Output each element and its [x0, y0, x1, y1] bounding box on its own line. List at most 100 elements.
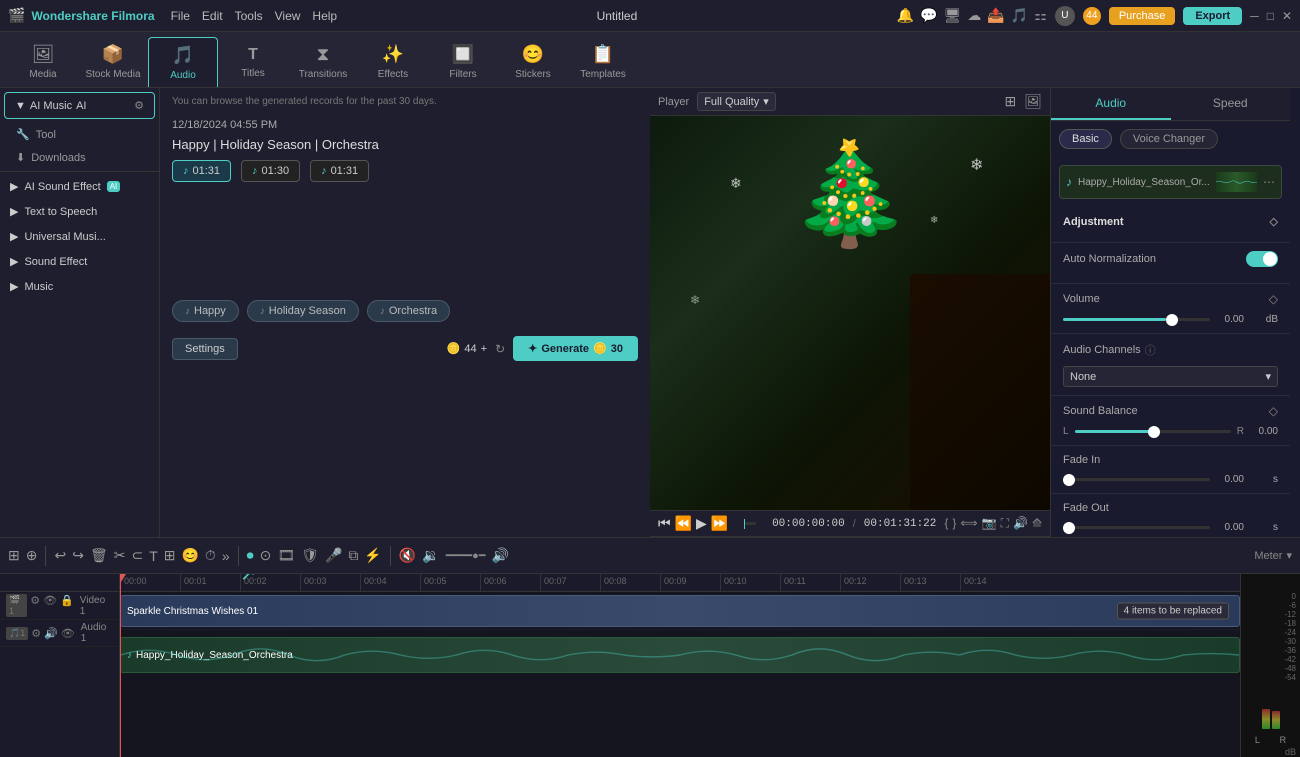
- notification-icon[interactable]: 🔔: [897, 7, 914, 24]
- menu-file[interactable]: File: [171, 9, 190, 23]
- fade-in-slider[interactable]: [1063, 478, 1210, 481]
- tab-filters[interactable]: 🔲 Filters: [428, 37, 498, 87]
- clock-icon[interactable]: ⏱: [205, 547, 216, 564]
- play-button[interactable]: ▶: [696, 515, 707, 532]
- more-icon[interactable]: »: [222, 548, 230, 564]
- subtab-voice-changer[interactable]: Voice Changer: [1120, 129, 1218, 149]
- copy-icon[interactable]: ⊂: [131, 547, 143, 564]
- tab-stickers[interactable]: 😊 Stickers: [498, 37, 568, 87]
- subtab-basic[interactable]: Basic: [1059, 129, 1112, 149]
- layout-icon[interactable]: ⊞: [1004, 93, 1016, 110]
- tab-stock-media[interactable]: 📦 Stock Media: [78, 37, 148, 87]
- insert-icon[interactable]: ⊞: [164, 547, 176, 564]
- fade-out-slider[interactable]: [1063, 526, 1210, 529]
- generate-button[interactable]: ✦ Generate 🪙 30: [513, 336, 638, 361]
- minimize-icon[interactable]: ─: [1250, 9, 1259, 23]
- prev-frame-button[interactable]: ⏮: [658, 515, 671, 532]
- adjustment-expand-icon[interactable]: ◇: [1270, 215, 1278, 228]
- tab-speed-props[interactable]: Speed: [1171, 88, 1291, 120]
- auto-norm-toggle[interactable]: [1246, 251, 1278, 267]
- chat-icon[interactable]: 💬: [920, 7, 937, 24]
- shield-icon[interactable]: 🛡: [301, 547, 319, 564]
- volume-expand-icon[interactable]: ◇: [1269, 292, 1278, 306]
- channels-select[interactable]: None ▾: [1063, 366, 1278, 387]
- delete-icon[interactable]: 🗑: [90, 547, 108, 564]
- upload-icon[interactable]: 📤: [987, 7, 1004, 24]
- mic-icon[interactable]: 🎤: [325, 547, 342, 564]
- sidebar-item-text-to-speech[interactable]: ▶ Text to Speech: [0, 199, 159, 224]
- balance-slider[interactable]: [1075, 430, 1231, 433]
- quality-select[interactable]: Full Quality ▾: [697, 92, 776, 111]
- cloud-icon[interactable]: ☁: [967, 7, 981, 24]
- record-icon[interactable]: ⏺: [247, 547, 254, 564]
- tab-audio[interactable]: 🎵 Audio: [148, 37, 218, 87]
- video-track-lock-icon[interactable]: 🔒: [60, 594, 74, 617]
- text-icon[interactable]: T: [149, 548, 158, 564]
- tab-titles[interactable]: T Titles: [218, 37, 288, 87]
- layers-icon[interactable]: ⧉: [348, 547, 358, 564]
- tag-holiday-season[interactable]: ♪ Holiday Season: [247, 300, 359, 322]
- tag-happy[interactable]: ♪ Happy: [172, 300, 239, 322]
- screenshot-icon[interactable]: 📷: [982, 516, 997, 531]
- cut-icon[interactable]: ✂: [114, 547, 126, 564]
- tab-media[interactable]: 🖼 Media: [8, 37, 78, 87]
- sidebar-item-ai-sound-effect[interactable]: ▶ AI Sound Effect AI: [0, 174, 159, 199]
- sidebar-item-sound-effect[interactable]: ▶ Sound Effect: [0, 249, 159, 274]
- mask-icon[interactable]: ⊙: [260, 547, 272, 564]
- mute-icon[interactable]: 🔇: [399, 547, 416, 564]
- settings-button[interactable]: Settings: [172, 338, 238, 360]
- audio-track-eye-icon[interactable]: 👁: [61, 627, 75, 640]
- fullscreen-icon[interactable]: ⛶: [1001, 516, 1009, 531]
- maximize-icon[interactable]: □: [1267, 9, 1274, 23]
- mark-out-icon[interactable]: }: [952, 516, 956, 531]
- close-icon[interactable]: ✕: [1282, 9, 1292, 23]
- menu-view[interactable]: View: [275, 9, 301, 23]
- progress-bar[interactable]: [744, 522, 756, 525]
- audio-icon[interactable]: 🔊: [1013, 516, 1028, 531]
- sidebar-item-tool[interactable]: 🔧 Tool: [0, 123, 159, 146]
- menu-tools[interactable]: Tools: [235, 9, 263, 23]
- video-clip[interactable]: Sparkle Christmas Wishes 01 4 items to b…: [120, 595, 1240, 627]
- plus-icon[interactable]: +: [481, 343, 487, 355]
- apps-icon[interactable]: ⚏: [1034, 7, 1047, 24]
- audio-track-settings-icon[interactable]: ⚙: [31, 627, 41, 640]
- vol-up-icon[interactable]: 🔊: [491, 547, 508, 564]
- meter-arrow-icon[interactable]: ▾: [1286, 549, 1292, 562]
- volume-slider[interactable]: [1063, 318, 1210, 321]
- track-item-1[interactable]: ♪ 01:31: [172, 160, 231, 182]
- zoom-icon[interactable]: ⟰: [1032, 516, 1042, 531]
- video-track-eye-icon[interactable]: 👁: [43, 594, 57, 617]
- music-icon[interactable]: 🎵: [1011, 7, 1028, 24]
- purchase-button[interactable]: Purchase: [1109, 7, 1175, 25]
- track-options-icon[interactable]: ⋯: [1263, 175, 1275, 189]
- tab-transitions[interactable]: ⧗ Transitions: [288, 37, 358, 87]
- refresh-icon[interactable]: ↻: [495, 342, 505, 356]
- track-item-2[interactable]: ♪ 01:30: [241, 160, 300, 182]
- sound-balance-expand-icon[interactable]: ◇: [1269, 404, 1278, 418]
- vol-icon[interactable]: 🔉: [422, 547, 439, 564]
- tag-orchestra[interactable]: ♪ Orchestra: [367, 300, 450, 322]
- menu-help[interactable]: Help: [312, 9, 337, 23]
- film-icon[interactable]: 🎞: [277, 547, 295, 564]
- export-button[interactable]: Export: [1183, 7, 1242, 25]
- tab-effects[interactable]: ✨ Effects: [358, 37, 428, 87]
- magnet-icon[interactable]: ⊕: [26, 547, 38, 564]
- undo-icon[interactable]: ↩: [54, 547, 66, 564]
- photo-icon[interactable]: 🖼: [1024, 93, 1042, 110]
- rewind-button[interactable]: ⏪: [675, 515, 692, 532]
- audio-clip[interactable]: ♪ Happy_Holiday_Season_Orchestra: [120, 637, 1240, 673]
- video-track-settings-icon[interactable]: ⚙: [30, 594, 40, 617]
- redo-icon[interactable]: ↪: [72, 547, 84, 564]
- emoji-icon[interactable]: 😊: [181, 547, 198, 564]
- sidebar-item-downloads[interactable]: ⬇ Downloads: [0, 146, 159, 169]
- audio-track-vol-icon[interactable]: 🔊: [44, 627, 58, 640]
- tab-audio-props[interactable]: Audio: [1051, 88, 1171, 120]
- menu-edit[interactable]: Edit: [202, 9, 223, 23]
- ai2-icon[interactable]: ⚡: [364, 547, 381, 564]
- sidebar-item-ai-music[interactable]: ▼ AI Music AI ⚙: [4, 92, 155, 119]
- track-item-3[interactable]: ♪ 01:31: [310, 160, 369, 182]
- tab-templates[interactable]: 📋 Templates: [568, 37, 638, 87]
- settings-icon[interactable]: ⚙: [134, 99, 144, 112]
- playhead[interactable]: [120, 574, 121, 757]
- grid-icon[interactable]: ⊞: [8, 547, 20, 564]
